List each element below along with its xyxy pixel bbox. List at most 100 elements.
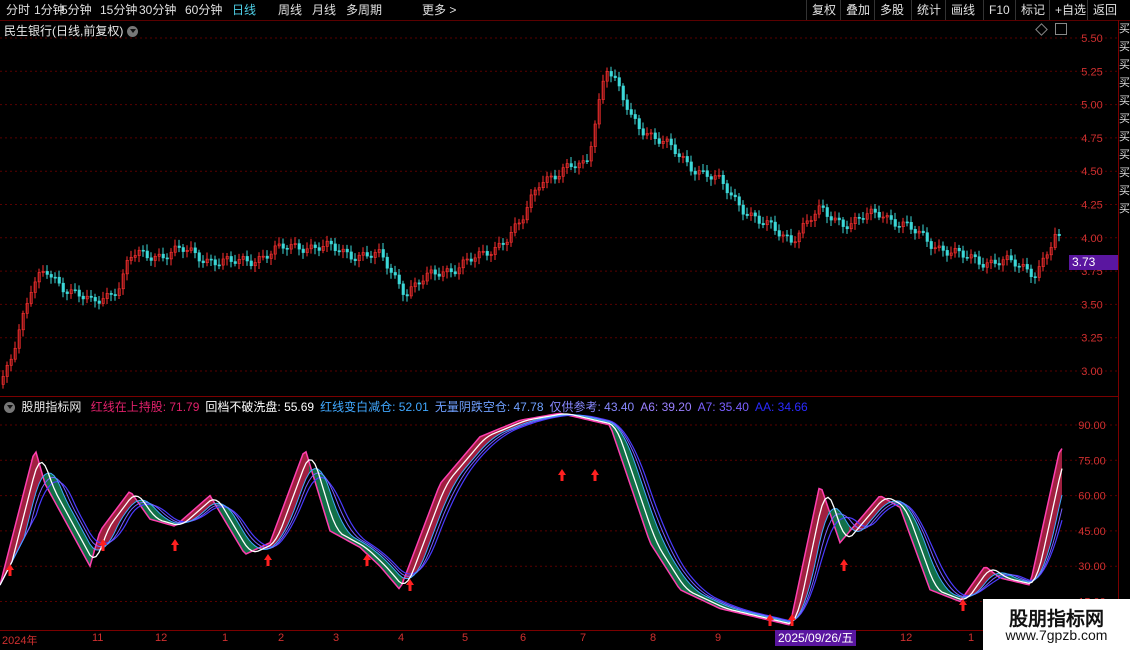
toolbar-button-2[interactable]: 多股	[874, 0, 909, 20]
candle-body	[861, 218, 865, 220]
period-tab-7[interactable]: 周线	[278, 2, 302, 18]
candle-body	[893, 219, 897, 227]
indicator-dropdown-icon[interactable]	[4, 402, 15, 414]
indicator-param-6: A7: 35.40	[697, 400, 749, 414]
x-tick-label: 7	[580, 632, 587, 644]
candle-body	[673, 144, 677, 155]
candle-body	[417, 282, 421, 285]
price-tick-label: 5.25	[1081, 66, 1102, 78]
candle-body	[165, 257, 169, 260]
candle-body	[829, 216, 833, 221]
candle-body	[249, 260, 253, 267]
buy-arrow-icon	[591, 469, 599, 481]
candle-body	[313, 244, 317, 248]
candle-body	[585, 160, 589, 162]
candle-body	[625, 99, 629, 110]
candle-body	[705, 170, 709, 177]
candle-body	[389, 267, 393, 273]
x-tick-label: 12	[900, 632, 913, 644]
candle-body	[733, 194, 737, 198]
candle-body	[721, 174, 725, 184]
candle-body	[1033, 276, 1037, 278]
price-tick-label: 5.50	[1081, 33, 1102, 45]
x-tick-label: 1	[222, 632, 229, 644]
candle-body	[981, 264, 985, 268]
x-tick-label: 11	[92, 632, 104, 644]
x-tick-label: 1	[968, 632, 975, 644]
candle-body	[233, 261, 237, 264]
price-tick-label: 4.75	[1081, 133, 1102, 145]
candle-body	[229, 256, 233, 262]
x-tick-label: 9	[715, 632, 722, 644]
candle-body	[617, 77, 621, 87]
stock-chart[interactable]: 5.505.255.004.754.504.254.003.753.503.25…	[0, 20, 1118, 650]
candle-body	[485, 251, 489, 256]
toolbar-button-0[interactable]: 复权	[806, 0, 841, 20]
candle-body	[89, 295, 93, 298]
period-tab-2[interactable]: 5分钟	[61, 2, 92, 18]
candle-body	[973, 254, 977, 258]
period-tab-9[interactable]: 多周期	[346, 2, 382, 18]
candle-body	[821, 205, 825, 208]
indicator-param-7: AA: 34.66	[754, 400, 808, 414]
candle-body	[365, 252, 369, 257]
candle-body	[53, 276, 57, 279]
indicator-tick-label: 90.00	[1078, 420, 1106, 432]
right-panel-text: 买买买买买买买买买买买	[1119, 23, 1130, 215]
indicator-param-3: 无量阴跌空仓: 47.78	[434, 400, 544, 414]
candle-body	[49, 274, 53, 278]
period-tab-0[interactable]: 分时	[6, 2, 30, 18]
candle-body	[657, 138, 661, 144]
price-tick-label: 5.00	[1081, 100, 1102, 112]
toolbar-button-4[interactable]: 画线	[945, 0, 980, 20]
toolbar-button-7[interactable]: +自选	[1049, 0, 1091, 20]
candle-body	[965, 256, 969, 259]
price-tick-label: 4.50	[1081, 166, 1102, 178]
candle-body	[81, 295, 85, 300]
candle-body	[957, 247, 961, 252]
price-tick-label: 4.25	[1081, 200, 1102, 212]
buy-arrow-icon	[171, 539, 179, 551]
candle-body	[553, 175, 557, 180]
candle-body	[737, 196, 741, 206]
candle-body	[161, 253, 165, 259]
candle-body	[837, 217, 841, 221]
period-tab-10[interactable]: 更多 >	[422, 2, 456, 18]
candle-body	[741, 204, 745, 215]
indicator-param-1: 回档不破洗盘: 55.69	[205, 400, 315, 414]
candle-body	[997, 263, 1001, 266]
x-tick-label: 8	[650, 632, 657, 644]
price-tick-label: 3.25	[1081, 333, 1102, 345]
candle-body	[405, 294, 409, 297]
candle-body	[437, 273, 441, 277]
period-tab-3[interactable]: 15分钟	[100, 2, 137, 18]
toolbar-button-8[interactable]: 返回	[1087, 0, 1122, 20]
toolbar-button-1[interactable]: 叠加	[840, 0, 875, 20]
candle-body	[889, 215, 893, 220]
toolbar-button-6[interactable]: 标记	[1015, 0, 1050, 20]
candle-body	[1017, 265, 1021, 268]
cursor-date-tag: 2025/09/26/五	[775, 630, 857, 646]
toolbar-button-3[interactable]: 统计	[911, 0, 946, 20]
candle-body	[825, 207, 829, 217]
candle-body	[1009, 255, 1013, 261]
candle-body	[193, 247, 197, 254]
period-tab-4[interactable]: 30分钟	[139, 2, 176, 18]
toolbar-button-5[interactable]: F10	[983, 0, 1015, 20]
candle-body	[677, 153, 681, 157]
candle-body	[113, 294, 117, 296]
period-tab-6[interactable]: 日线	[232, 2, 256, 18]
candle-body	[329, 240, 333, 245]
candle-body	[297, 243, 301, 250]
candle-body	[1029, 268, 1033, 277]
indicator-tick-label: 45.00	[1078, 526, 1106, 538]
candle-body	[501, 242, 505, 245]
candle-body	[637, 118, 641, 130]
candle-body	[1013, 259, 1017, 267]
indicator-param-0: 红线在上持股: 71.79	[90, 400, 200, 414]
period-tab-8[interactable]: 月线	[312, 2, 336, 18]
candle-body	[213, 259, 217, 266]
x-tick-label: 2	[278, 632, 285, 644]
period-tab-5[interactable]: 60分钟	[185, 2, 222, 18]
candle-body	[629, 109, 633, 115]
